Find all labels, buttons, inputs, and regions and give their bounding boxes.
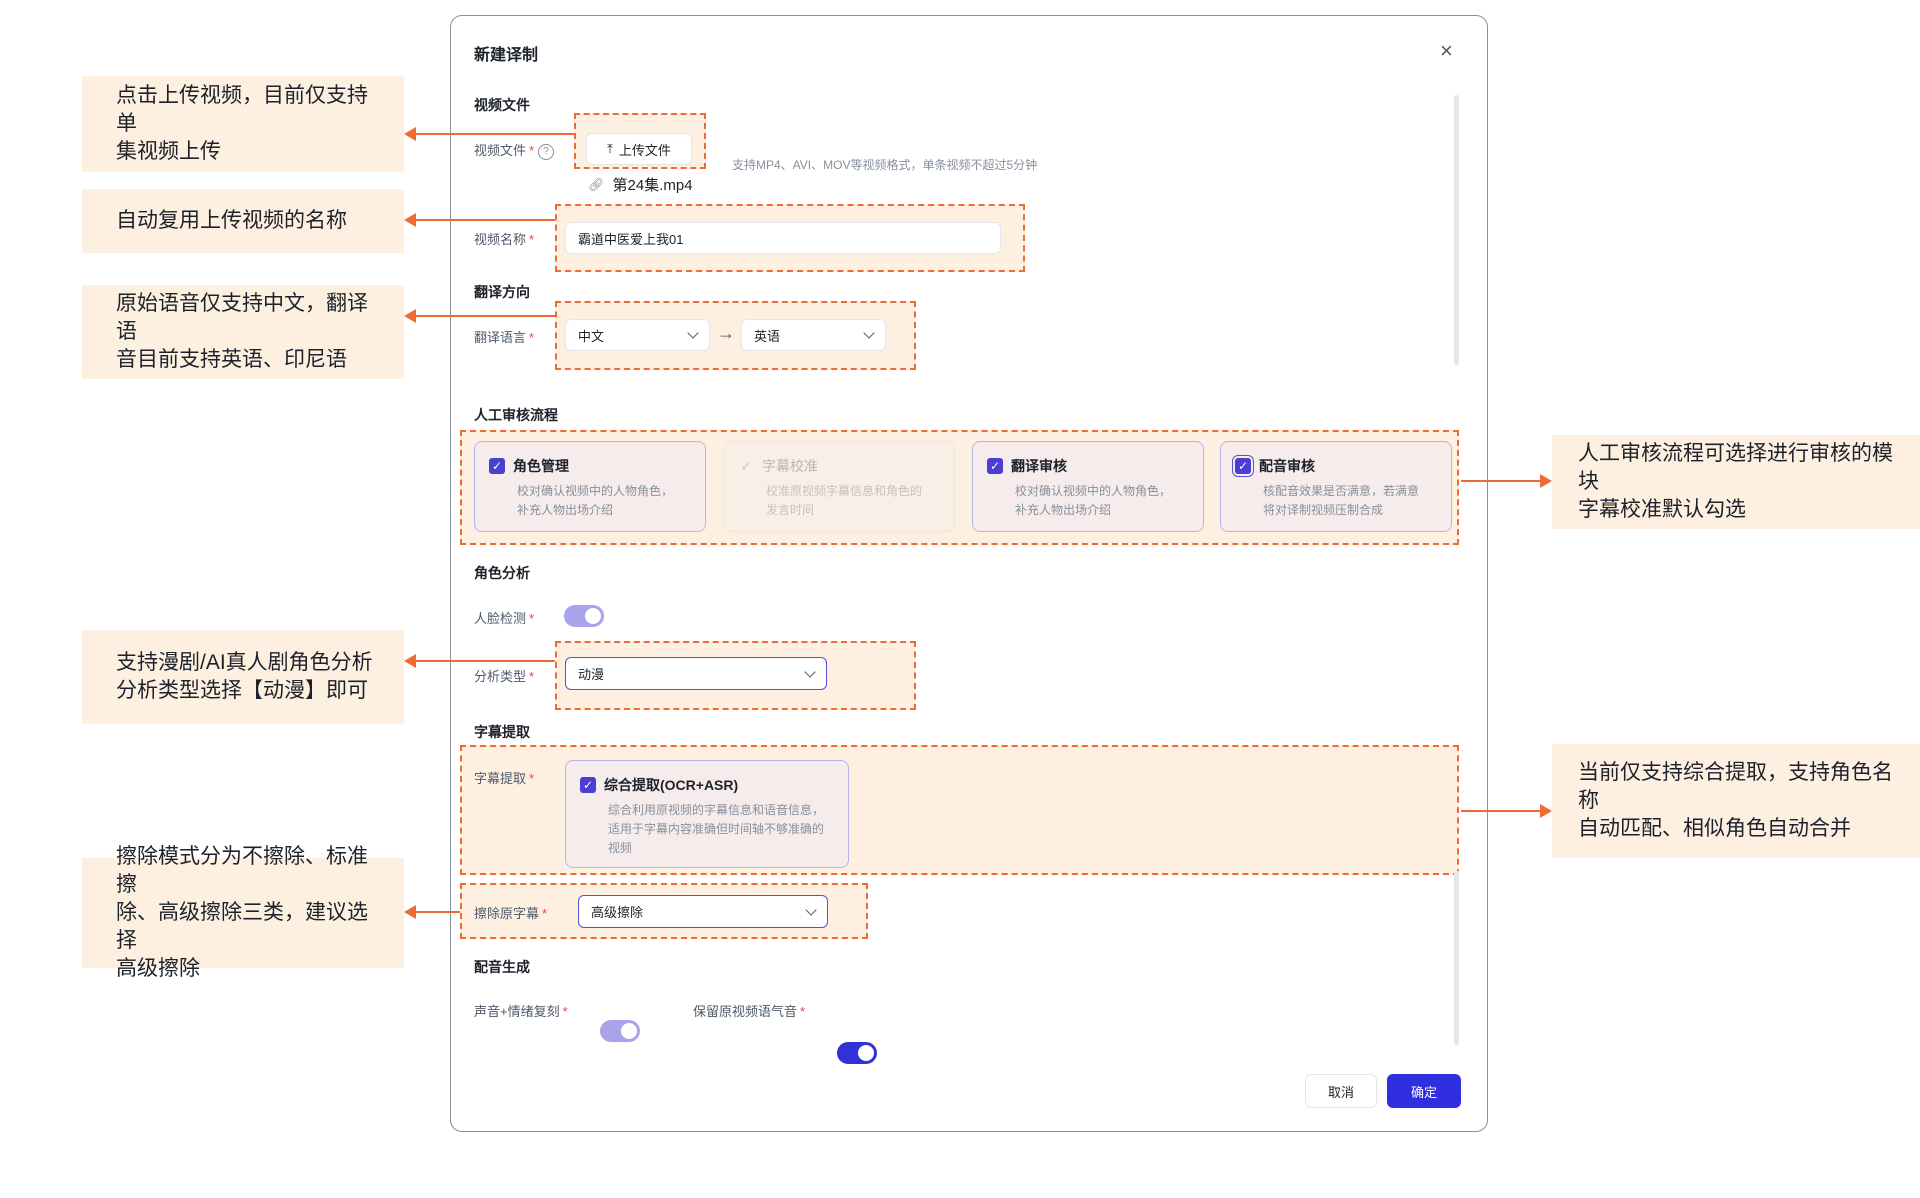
scrollbar-bottom[interactable]	[1454, 870, 1459, 1045]
attachment-icon: 🔗︎	[588, 176, 605, 192]
arrow-upload	[404, 127, 574, 141]
checkbox-checked-icon[interactable]: ✓	[580, 777, 596, 793]
face-detection-label: 人脸检测 *	[474, 611, 535, 626]
confirm-button[interactable]: 确定	[1387, 1074, 1461, 1108]
chevron-down-icon	[804, 665, 816, 678]
arrow-review	[1461, 474, 1552, 488]
note-upload: 点击上传视频，目前仅支持单 集视频上传	[82, 76, 404, 172]
upload-icon: ⤒	[607, 141, 613, 156]
arrow-language	[404, 309, 555, 323]
help-icon[interactable]: ?	[538, 144, 555, 160]
review-card-dubbing[interactable]: ✓ 配音审核 核配音效果是否满意，若满意 将对译制视频压制合成	[1220, 441, 1452, 532]
close-icon[interactable]: ×	[1440, 40, 1453, 62]
uploaded-file-item[interactable]: 🔗︎ 第24集.mp4	[588, 174, 693, 195]
subtitle-label: 字幕提取 *	[474, 771, 535, 786]
checkbox-checked-icon[interactable]: ✓	[987, 458, 1003, 474]
arrow-subtitle	[1461, 804, 1552, 818]
keep-tone-toggle[interactable]	[837, 1042, 877, 1064]
chevron-down-icon	[805, 903, 817, 916]
note-role: 支持漫剧/AI真人剧角色分析 分析类型选择【动漫】即可	[82, 630, 404, 724]
video-name-label: 视频名称 *	[474, 232, 535, 247]
erase-mode-select[interactable]: 高级擦除	[578, 895, 828, 928]
note-name: 自动复用上传视频的名称	[82, 189, 404, 253]
note-erase: 擦除模式分为不擦除、标准擦 除、高级擦除三类，建议选择 高级擦除	[82, 845, 404, 980]
subtitle-option-card[interactable]: ✓ 综合提取(OCR+ASR) 综合利用原视频的字幕信息和语音信息， 适用于字幕内…	[565, 760, 849, 868]
source-language-select[interactable]: 中文	[565, 319, 710, 351]
analysis-type-select[interactable]: 动漫	[565, 657, 827, 690]
chevron-down-icon	[863, 327, 875, 339]
video-name-input[interactable]: 霸道中医爱上我01	[565, 222, 1001, 254]
upload-hint: 支持MP4、AVI、MOV等视频格式，单条视频不超过5分钟	[732, 158, 1038, 172]
review-card-role[interactable]: ✓ 角色管理 校对确认视频中的人物角色， 补充人物出场介绍	[474, 441, 706, 532]
keep-tone-label: 保留原视频语气音 *	[693, 1004, 806, 1019]
section-review: 人工审核流程	[474, 407, 558, 423]
erase-subtitle-label: 擦除原字幕 *	[474, 906, 548, 921]
arrow-name	[404, 213, 555, 227]
checkbox-disabled-icon: ✓	[740, 457, 752, 474]
section-subtitle: 字幕提取	[474, 724, 530, 740]
target-language-select[interactable]: 英语	[741, 319, 886, 351]
section-dubbing: 配音生成	[474, 959, 530, 975]
upload-file-button[interactable]: ⤒ 上传文件	[586, 133, 692, 165]
cancel-button[interactable]: 取消	[1305, 1074, 1377, 1108]
analysis-type-label: 分析类型 *	[474, 669, 535, 684]
voice-clone-label: 声音+情绪复刻 *	[474, 1004, 568, 1019]
arrow-erase	[404, 905, 460, 919]
section-role-analysis: 角色分析	[474, 565, 530, 581]
review-card-translation[interactable]: ✓ 翻译审核 校对确认视频中的人物角色， 补充人物出场介绍	[972, 441, 1204, 532]
note-review: 人工审核流程可选择进行审核的模块 字幕校准默认勾选	[1552, 435, 1920, 529]
voice-clone-toggle[interactable]	[600, 1020, 640, 1042]
checkbox-checked-icon[interactable]: ✓	[1232, 455, 1254, 477]
scrollbar-top[interactable]	[1454, 95, 1459, 365]
review-card-subtitle: ✓ 字幕校准 校准原视频字幕信息和角色的 发言时间	[723, 441, 955, 532]
section-translation: 翻译方向	[474, 284, 530, 300]
translation-label: 翻译语言 *	[474, 330, 535, 345]
note-subtitle: 当前仅支持综合提取，支持角色名称 自动匹配、相似角色自动合并	[1552, 744, 1920, 858]
chevron-down-icon	[687, 327, 699, 339]
checkbox-checked-icon[interactable]: ✓	[489, 458, 505, 474]
note-language: 原始语音仅支持中文，翻译语 音目前支持英语、印尼语	[82, 285, 404, 379]
dialog-title: 新建译制	[474, 47, 539, 64]
video-file-label: 视频文件 *?	[474, 140, 555, 160]
face-detection-toggle[interactable]	[564, 605, 604, 627]
arrow-role	[404, 654, 555, 668]
arrow-right-icon: →	[717, 323, 735, 343]
section-video-file: 视频文件	[474, 97, 530, 113]
